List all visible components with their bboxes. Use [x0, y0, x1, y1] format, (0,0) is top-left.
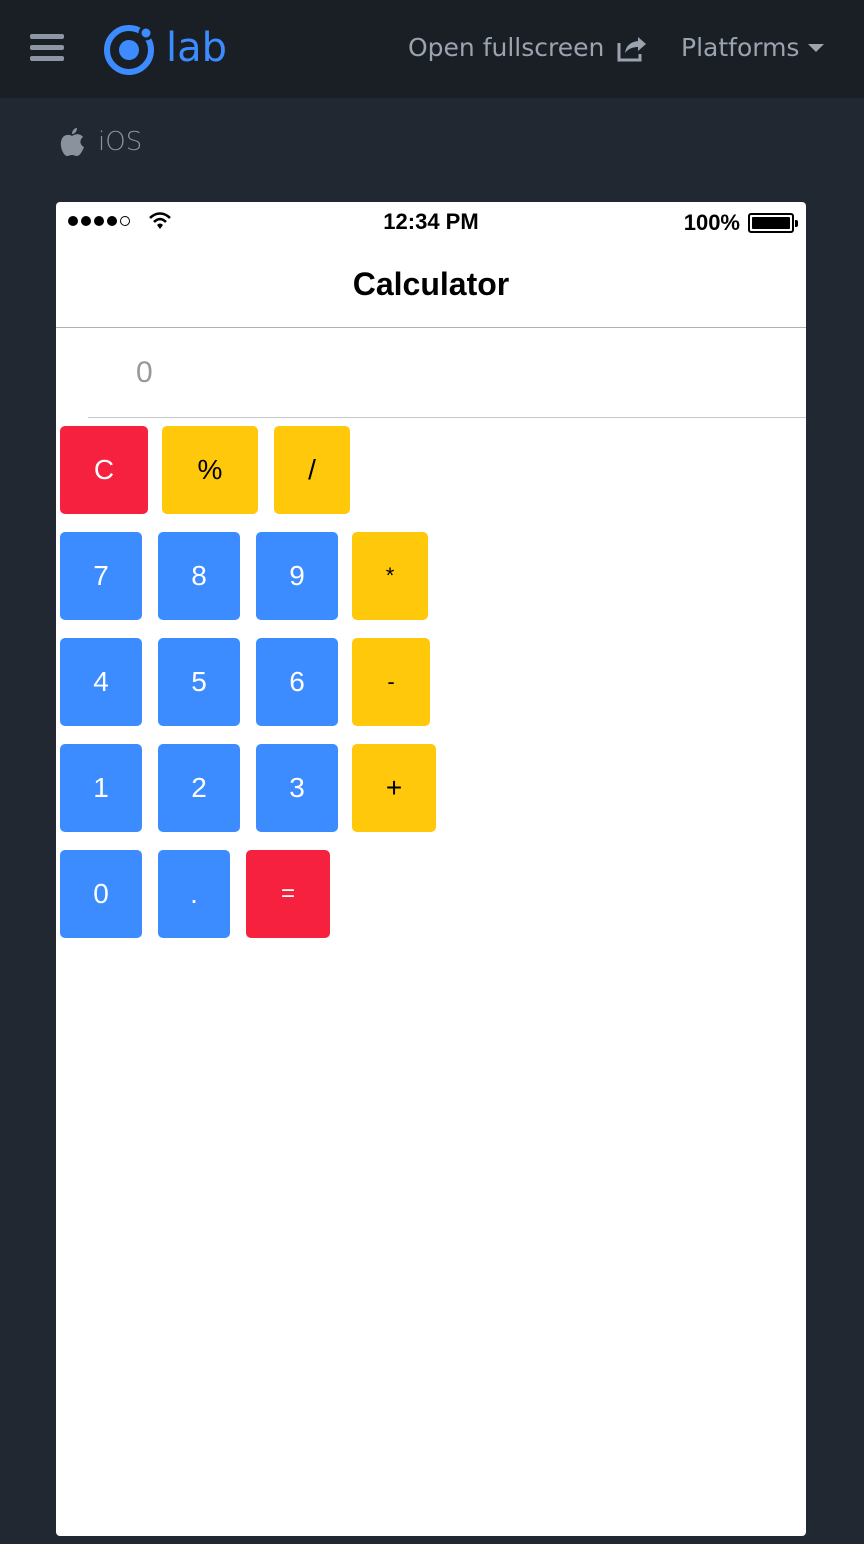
display-input[interactable]: [88, 330, 806, 416]
menu-icon[interactable]: [30, 34, 64, 62]
page-title: Calculator: [352, 266, 510, 302]
digit-2-button[interactable]: 2: [158, 744, 240, 832]
digit-8-button[interactable]: 8: [158, 532, 240, 620]
caret-down-icon: [808, 44, 825, 52]
multiply-button[interactable]: *: [352, 532, 428, 620]
digit-1-button[interactable]: 1: [60, 744, 142, 832]
minus-button[interactable]: -: [352, 638, 430, 726]
ionic-logo-icon[interactable]: [102, 23, 156, 77]
external-link-icon: [617, 37, 647, 62]
digit-4-button[interactable]: 4: [60, 638, 142, 726]
battery-percent: 100%: [683, 210, 740, 235]
percent-button[interactable]: %: [162, 426, 258, 514]
digit-0-button[interactable]: 0: [60, 850, 142, 938]
display-row: [88, 330, 806, 418]
digit-6-button[interactable]: 6: [256, 638, 338, 726]
divide-button[interactable]: /: [274, 426, 350, 514]
open-fullscreen-link[interactable]: Open fullscreen: [408, 30, 648, 66]
platforms-label: Platforms: [681, 33, 800, 62]
platform-name: iOS: [98, 127, 143, 157]
brand-name[interactable]: lab: [166, 24, 227, 72]
platform-label: iOS: [58, 124, 142, 160]
top-bar: lab Open fullscreen Platforms: [0, 0, 864, 98]
digit-7-button[interactable]: 7: [60, 532, 142, 620]
equals-button[interactable]: =: [246, 850, 330, 938]
platforms-dropdown[interactable]: Platforms: [681, 30, 825, 66]
digit-9-button[interactable]: 9: [256, 532, 338, 620]
digit-3-button[interactable]: 3: [256, 744, 338, 832]
decimal-button[interactable]: .: [158, 850, 230, 938]
clear-button[interactable]: C: [60, 426, 148, 514]
status-bar: 12:34 PM 100%: [56, 202, 806, 242]
apple-icon: [60, 128, 84, 156]
battery-icon: [748, 213, 798, 233]
digit-5-button[interactable]: 5: [158, 638, 240, 726]
device-frame: 12:34 PM 100% Calculator C % / 7 8 9 * 4…: [56, 202, 806, 1536]
plus-button[interactable]: +: [352, 744, 436, 832]
nav-bar: Calculator: [56, 242, 806, 328]
open-fullscreen-label: Open fullscreen: [408, 33, 605, 62]
